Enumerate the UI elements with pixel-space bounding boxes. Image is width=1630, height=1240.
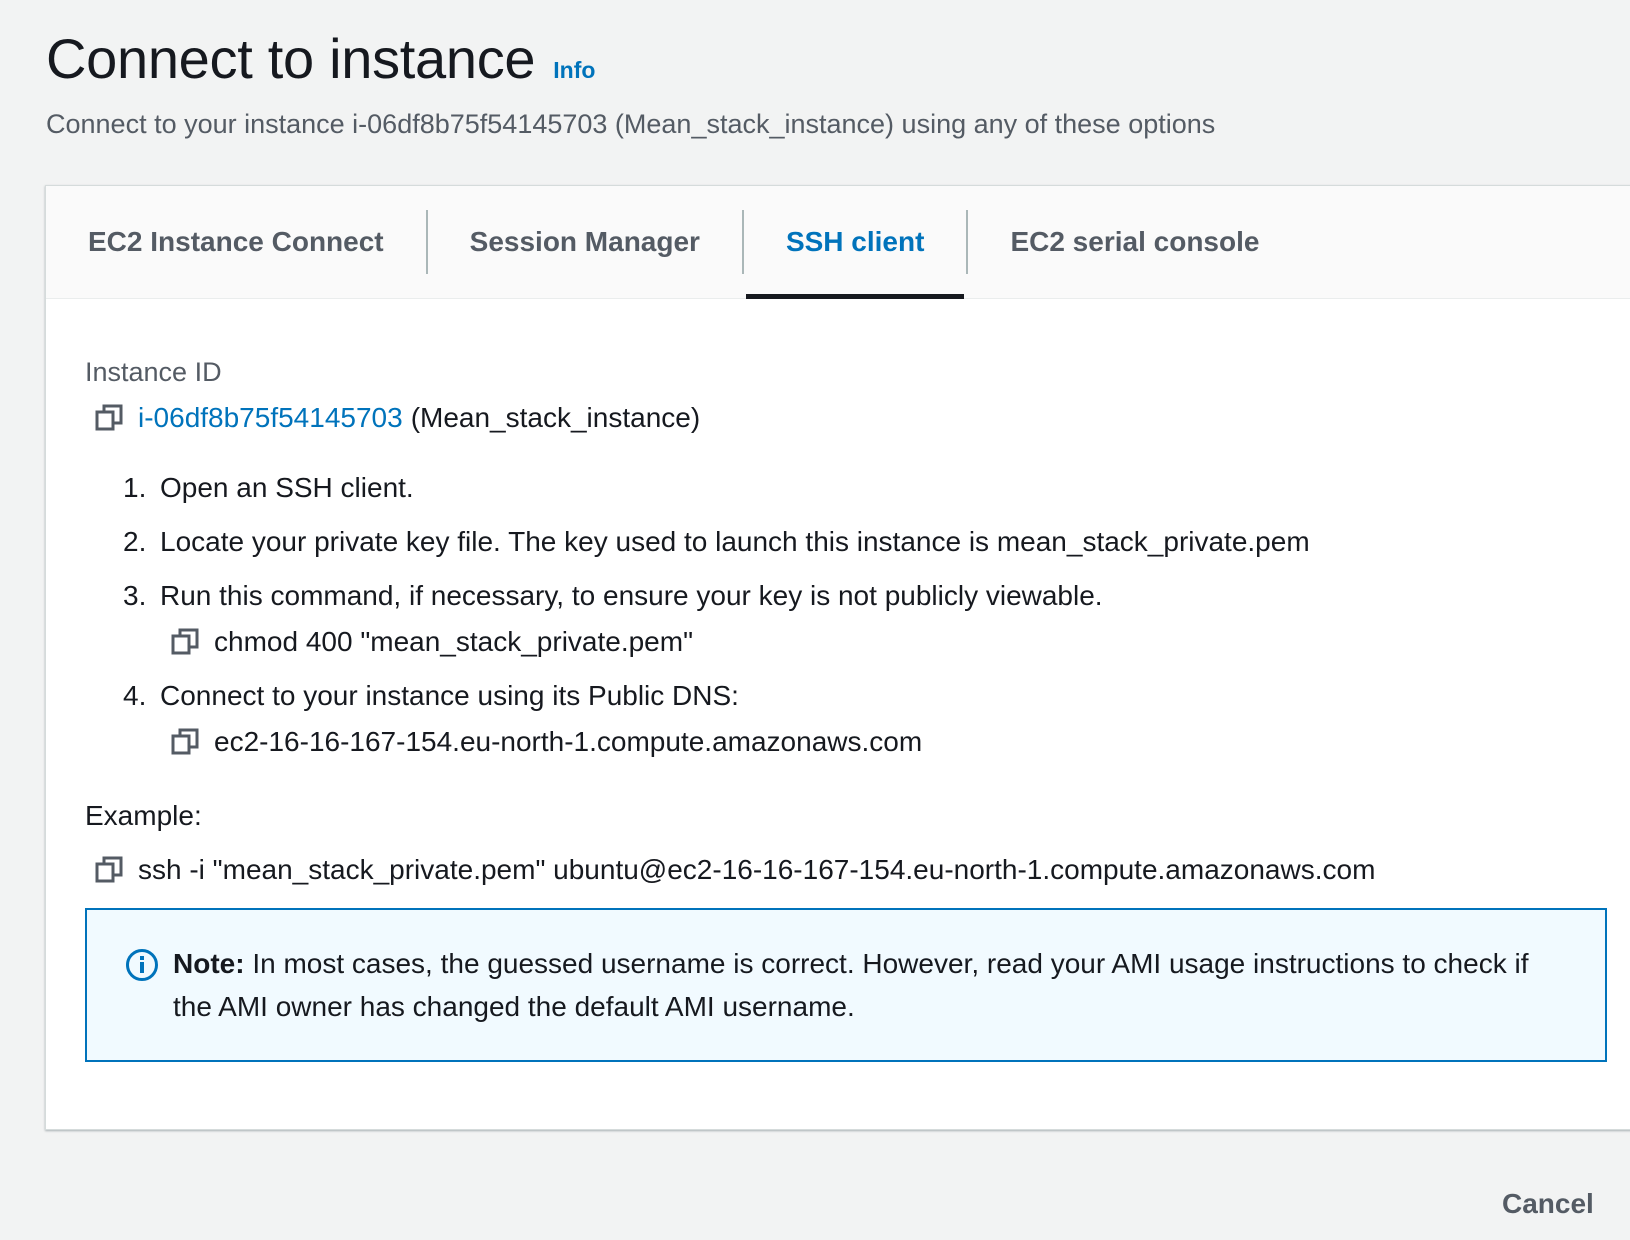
step-text: Run this command, if necessary, to ensur… xyxy=(160,580,1103,611)
page-title-row: Connect to instance Info xyxy=(46,26,1215,91)
tab-session-manager[interactable]: Session Manager xyxy=(428,186,742,298)
instance-id-row: i-06df8b75f54145703 (Mean_stack_instance… xyxy=(85,402,1605,434)
chmod-command: chmod 400 "mean_stack_private.pem" xyxy=(214,626,694,657)
info-circle-icon xyxy=(126,949,158,981)
step-text: Locate your private key file. The key us… xyxy=(160,526,1310,557)
step-text: Open an SSH client. xyxy=(160,472,414,503)
copy-icon[interactable] xyxy=(94,403,124,433)
public-dns: ec2-16-16-167-154.eu-north-1.compute.ama… xyxy=(214,726,923,757)
page-title: Connect to instance xyxy=(46,27,536,90)
example-command-row: ssh -i "mean_stack_private.pem" ubuntu@e… xyxy=(85,854,1605,886)
instance-name: (Mean_stack_instance) xyxy=(410,402,701,433)
note-body: In most cases, the guessed username is c… xyxy=(173,948,1529,1022)
public-dns-row: ec2-16-16-167-154.eu-north-1.compute.ama… xyxy=(160,726,1605,758)
page-header: Connect to instance Info Connect to your… xyxy=(46,26,1215,140)
list-item: 1. Open an SSH client. xyxy=(123,472,1605,504)
list-item: 4. Connect to your instance using its Pu… xyxy=(123,680,1605,758)
note-text: Note: In most cases, the guessed usernam… xyxy=(173,942,1545,1060)
ssh-client-content: Instance ID i-06df8b75f54145703 (Mean_st… xyxy=(46,299,1630,1062)
step-number: 2. xyxy=(123,526,147,557)
copy-icon[interactable] xyxy=(170,727,200,757)
tab-ec2-instance-connect[interactable]: EC2 Instance Connect xyxy=(46,186,426,298)
example-label: Example: xyxy=(85,800,202,831)
list-item: 3. Run this command, if necessary, to en… xyxy=(123,580,1605,658)
step-number: 1. xyxy=(123,472,147,503)
copy-icon[interactable] xyxy=(170,627,200,657)
info-link[interactable]: Info xyxy=(553,57,595,84)
note-title: Note: xyxy=(173,948,245,979)
connect-panel: EC2 Instance Connect Session Manager SSH… xyxy=(45,185,1630,1130)
note-alert: Note: In most cases, the guessed usernam… xyxy=(85,908,1607,1062)
step-number: 3. xyxy=(123,580,147,611)
step-text: Connect to your instance using its Publi… xyxy=(160,680,739,711)
cancel-button[interactable]: Cancel xyxy=(1502,1188,1594,1220)
list-item: 2. Locate your private key file. The key… xyxy=(123,526,1605,558)
chmod-command-row: chmod 400 "mean_stack_private.pem" xyxy=(160,626,1605,658)
instruction-steps: 1. Open an SSH client. 2. Locate your pr… xyxy=(85,472,1605,758)
page-subtitle: Connect to your instance i-06df8b75f5414… xyxy=(46,109,1216,139)
example-command: ssh -i "mean_stack_private.pem" ubuntu@e… xyxy=(138,854,1376,885)
tab-ssh-client[interactable]: SSH client xyxy=(744,186,966,299)
step-number: 4. xyxy=(123,680,147,711)
connection-tabs: EC2 Instance Connect Session Manager SSH… xyxy=(46,186,1630,299)
tab-ec2-serial-console[interactable]: EC2 serial console xyxy=(968,186,1301,298)
instance-id-label: Instance ID xyxy=(85,357,222,387)
instance-id-link[interactable]: i-06df8b75f54145703 xyxy=(138,402,403,434)
copy-icon[interactable] xyxy=(94,855,124,885)
